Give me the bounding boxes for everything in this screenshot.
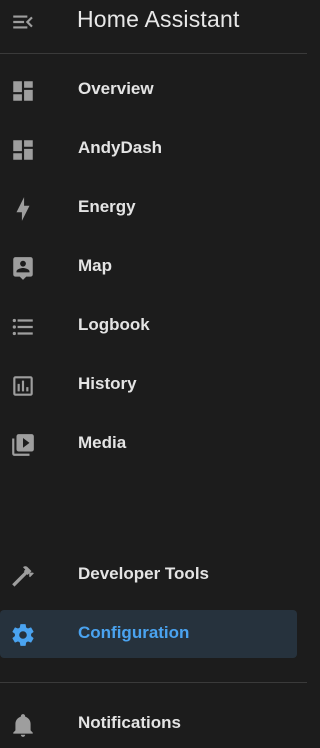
account-box-icon <box>10 255 36 281</box>
sidebar-item-andydash[interactable]: AndyDash <box>0 125 297 173</box>
sidebar-item-energy[interactable]: Energy <box>0 184 297 232</box>
app-title: Home Assistant <box>77 6 240 32</box>
sidebar-item-label: Overview <box>78 79 154 98</box>
sidebar-item-map[interactable]: Map <box>0 243 297 291</box>
sidebar-item-logbook[interactable]: Logbook <box>0 302 297 350</box>
sidebar-item-label: Media <box>78 433 127 452</box>
play-box-multiple-icon <box>10 432 36 458</box>
sidebar-item-label: AndyDash <box>78 138 163 157</box>
sidebar-header: Home Assistant <box>0 0 307 54</box>
format-list-bulleted-icon <box>10 314 36 340</box>
sidebar-item-label: Configuration <box>78 623 190 642</box>
sidebar-item-configuration[interactable]: Configuration <box>0 610 297 658</box>
hammer-icon <box>10 563 36 589</box>
sidebar-item-notifications[interactable]: Notifications <box>0 700 297 748</box>
sidebar-item-label: Developer Tools <box>78 564 209 583</box>
sidebar-item-developer-tools[interactable]: Developer Tools <box>0 551 297 599</box>
sidebar-divider <box>0 682 307 683</box>
sidebar-item-label: Notifications <box>78 713 181 732</box>
lightning-bolt-icon <box>10 196 36 222</box>
sidebar-item-label: Energy <box>78 197 136 216</box>
menu-open-icon[interactable] <box>10 9 36 35</box>
sidebar-item-label: History <box>78 374 137 393</box>
bell-icon <box>10 712 36 738</box>
chart-box-icon <box>10 373 36 399</box>
sidebar-item-label: Logbook <box>78 315 150 334</box>
sidebar-item-overview[interactable]: Overview <box>0 66 297 114</box>
sidebar-item-history[interactable]: History <box>0 361 297 409</box>
view-dashboard-icon <box>10 78 36 104</box>
sidebar-item-media[interactable]: Media <box>0 420 297 468</box>
sidebar-item-label: Map <box>78 256 112 275</box>
cog-icon <box>10 622 36 648</box>
view-dashboard-icon <box>10 137 36 163</box>
